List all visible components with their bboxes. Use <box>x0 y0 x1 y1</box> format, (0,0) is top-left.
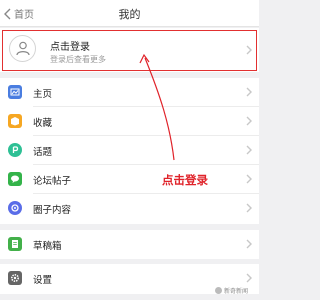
menu-group: 主页 收藏 话题 论坛帖子 圈子内容 <box>0 78 259 224</box>
avatar[interactable] <box>9 35 36 62</box>
logo-icon <box>215 287 222 294</box>
menu-item-label: 圈子内容 <box>33 205 72 216</box>
chevron-right-icon <box>246 116 252 126</box>
login-title: 点击登录 <box>50 42 90 53</box>
nav-bar: 首页 我的 <box>0 0 259 27</box>
login-subtitle: 登录后查看更多 <box>50 55 106 64</box>
gear-icon <box>8 271 22 285</box>
chevron-right-icon <box>246 174 252 184</box>
chevron-right-icon <box>246 203 252 213</box>
chevron-right-icon <box>246 87 252 97</box>
page-title: 我的 <box>118 8 141 21</box>
login-row[interactable] <box>0 28 259 72</box>
chevron-right-icon <box>246 273 252 283</box>
menu-item-label: 草稿箱 <box>33 241 62 252</box>
home-icon <box>8 85 22 99</box>
chevron-right-icon <box>246 239 252 249</box>
box-icon <box>8 114 22 128</box>
annotation-text: 点击登录 <box>162 173 208 187</box>
user-icon <box>16 41 30 56</box>
menu-item-favorites[interactable]: 收藏 <box>0 107 259 136</box>
watermark: 新奇新闻 <box>215 286 248 295</box>
menu-item-label: 设置 <box>33 275 53 286</box>
draft-icon <box>8 237 22 251</box>
chat-icon <box>8 172 22 186</box>
menu-item-forum-posts[interactable]: 论坛帖子 <box>0 165 259 194</box>
watermark-text: 新奇新闻 <box>224 288 249 295</box>
topic-icon <box>8 143 22 157</box>
menu-item-circle-content[interactable]: 圈子内容 <box>0 194 259 223</box>
chevron-right-icon <box>246 145 252 155</box>
menu-item-drafts[interactable]: 草稿箱 <box>0 230 259 259</box>
chevron-right-icon <box>246 45 252 55</box>
menu-item-label: 主页 <box>33 89 53 100</box>
menu-item-home[interactable]: 主页 <box>0 78 259 107</box>
menu-item-label: 话题 <box>33 147 53 158</box>
menu-item-topics[interactable]: 话题 <box>0 136 259 165</box>
circle-icon <box>8 201 22 215</box>
drafts-group: 草稿箱 <box>0 230 259 259</box>
menu-item-label: 收藏 <box>33 118 53 129</box>
menu-item-label: 论坛帖子 <box>33 176 72 187</box>
